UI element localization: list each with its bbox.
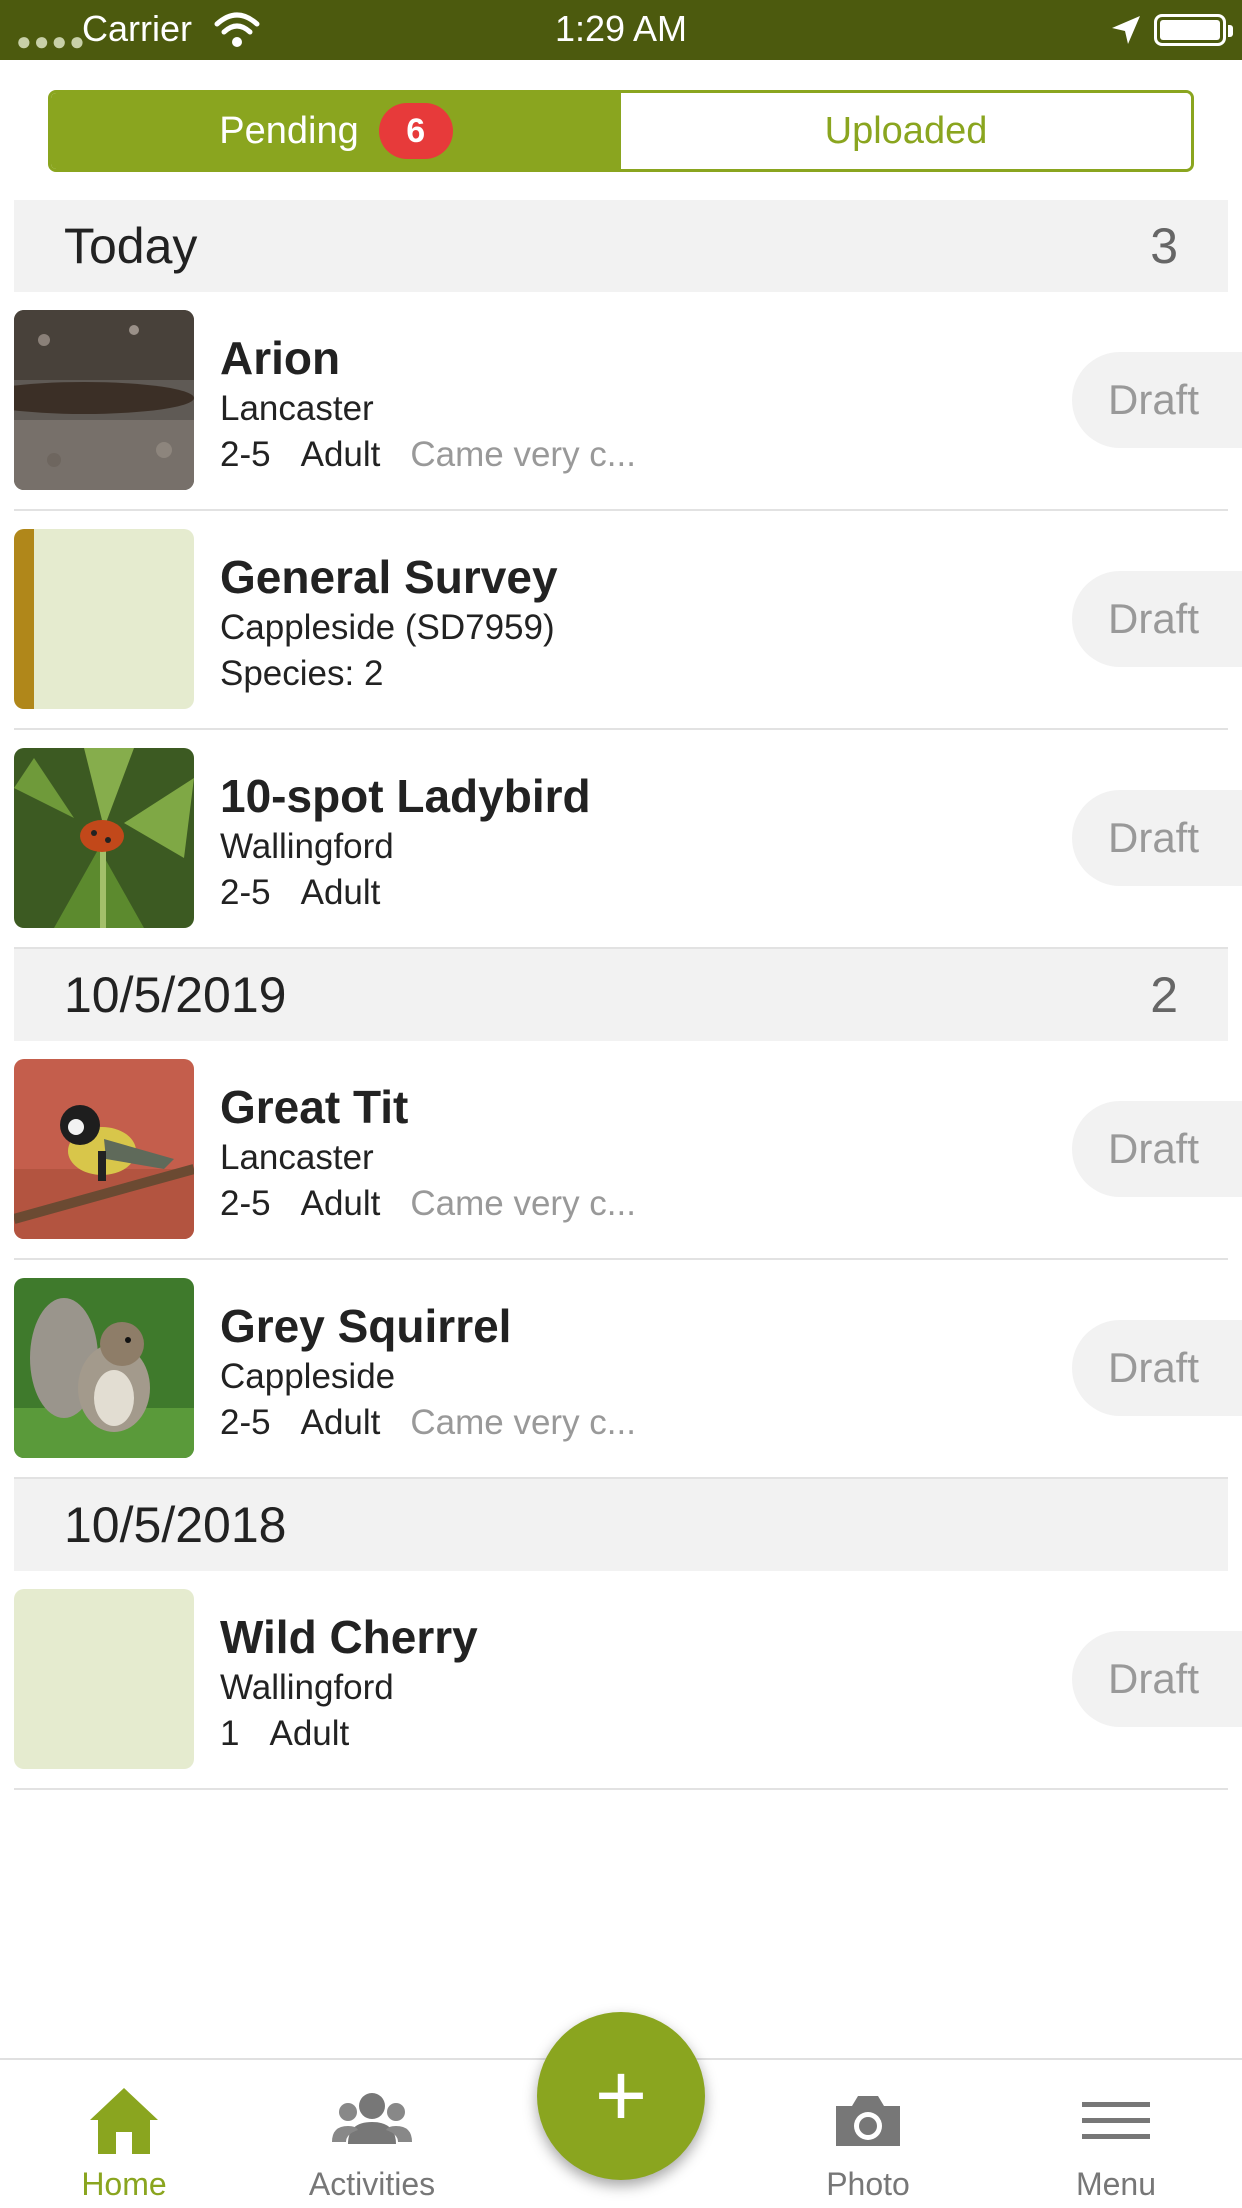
draft-status-button[interactable]: Draft	[1072, 352, 1242, 448]
draft-status-button[interactable]: Draft	[1072, 1101, 1242, 1197]
record-details: 2-5 Adult Came very c...	[220, 432, 636, 478]
section-title: 10/5/2018	[64, 1497, 287, 1553]
clock: 1:29 AM	[554, 8, 688, 49]
bird-photo-icon	[14, 1059, 194, 1239]
tab-home-label: Home	[81, 2166, 167, 2202]
record-info: Arion Lancaster 2-5 Adult Came very c...	[220, 330, 636, 478]
record-title: General Survey	[220, 551, 558, 603]
status-bar: ●●●● Carrier 1:29 AM	[0, 0, 1242, 60]
records-segment-control: Pending 6 Uploaded	[48, 90, 1194, 172]
record-count: 1	[220, 1714, 240, 1753]
pending-count-badge: 6	[378, 103, 453, 159]
draft-status-button[interactable]: Draft	[1072, 571, 1242, 667]
record-row-grey-squirrel[interactable]: Grey Squirrel Cappleside 2-5 Adult Came ve…	[14, 1260, 1242, 1479]
ladybird-photo-icon	[14, 748, 194, 928]
record-location: Cappleside (SD7959)	[220, 608, 555, 647]
section-count: 2	[1150, 967, 1178, 1023]
tab-activities[interactable]: Activities	[272, 2080, 472, 2203]
record-species-count: Species: 2	[220, 654, 384, 693]
record-stage: Adult	[300, 435, 381, 474]
tab-menu[interactable]: Menu	[1016, 2080, 1216, 2203]
battery-icon	[1154, 14, 1233, 46]
tab-photo[interactable]: Photo	[768, 2080, 968, 2203]
record-stage: Adult	[269, 1714, 350, 1753]
people-icon	[332, 2093, 412, 2144]
record-details: 2-5 Adult	[220, 870, 591, 916]
record-location: Lancaster	[220, 1138, 374, 1177]
record-details: 2-5 Adult Came very c...	[220, 1400, 636, 1446]
tab-menu-label: Menu	[1075, 2166, 1157, 2202]
section-title: 10/5/2019	[64, 967, 287, 1023]
draft-status-button[interactable]: Draft	[1072, 1320, 1242, 1416]
record-row-arion[interactable]: Arion Lancaster 2-5 Adult Came very c... D…	[14, 292, 1242, 511]
record-details: 2-5 Adult Came very c...	[220, 1181, 636, 1227]
record-count: 2-5	[220, 1184, 271, 1223]
record-stage: Adult	[300, 1184, 381, 1223]
record-location: Cappleside	[220, 1357, 396, 1396]
record-comment: Came very c...	[410, 1403, 636, 1442]
home-icon	[90, 2088, 158, 2154]
record-title: Great Tit	[220, 1081, 409, 1133]
tab-home[interactable]: Home	[24, 2080, 224, 2203]
record-location: Wallingford	[220, 1668, 394, 1707]
add-record-button[interactable]: +	[537, 2012, 705, 2180]
record-title: 10-spot Ladybird	[220, 770, 591, 822]
record-info: Grey Squirrel Cappleside 2-5 Adult Came ve…	[220, 1298, 636, 1446]
record-count: 2-5	[220, 1403, 271, 1442]
record-row-great-tit[interactable]: Great Tit Lancaster 2-5 Adult Came very c.…	[14, 1041, 1242, 1260]
record-stage: Adult	[300, 873, 381, 912]
draft-status-button[interactable]: Draft	[1072, 790, 1242, 886]
records-list: Today 3 Arion Lancaster 2-5 Adult Came ver…	[14, 200, 1242, 1790]
placeholder-icon	[14, 1589, 194, 1769]
tab-uploaded-label: Uploaded	[824, 109, 988, 152]
tab-pending-label: Pending	[219, 109, 359, 152]
section-header: 10/5/2018	[14, 1479, 1228, 1571]
section-header: 10/5/2019 2	[14, 949, 1228, 1041]
record-details: 1 Adult	[220, 1711, 478, 1757]
record-row-general-survey[interactable]: General Survey Cappleside (SD7959) Speci…	[14, 511, 1242, 730]
survey-placeholder-icon	[14, 529, 194, 709]
record-row-wild-cherry[interactable]: Wild Cherry Wallingford 1 Adult Draft	[14, 1571, 1242, 1790]
record-stage: Adult	[300, 1403, 381, 1442]
record-count: 2-5	[220, 435, 271, 474]
tab-pending[interactable]: Pending 6	[51, 93, 621, 169]
record-title: Wild Cherry	[220, 1611, 478, 1663]
tab-activities-label: Activities	[308, 2166, 436, 2202]
record-comment: Came very c...	[410, 435, 636, 474]
record-comment: Came very c...	[410, 1184, 636, 1223]
record-count: 2-5	[220, 873, 271, 912]
record-location: Lancaster	[220, 389, 374, 428]
record-location: Wallingford	[220, 827, 394, 866]
record-row-ladybird[interactable]: 10-spot Ladybird Wallingford 2-5 Adult Dr…	[14, 730, 1242, 949]
location-arrow-icon	[1112, 16, 1140, 44]
squirrel-photo-icon	[14, 1278, 194, 1458]
section-header: Today 3	[14, 200, 1228, 292]
slug-photo-icon	[14, 310, 194, 490]
draft-status-button[interactable]: Draft	[1072, 1631, 1242, 1727]
record-title: Arion	[220, 332, 341, 384]
section-title: Today	[64, 218, 198, 274]
hamburger-menu-icon	[1082, 2102, 1150, 2139]
camera-icon	[836, 2096, 900, 2146]
tab-uploaded[interactable]: Uploaded	[621, 93, 1191, 169]
record-title: Grey Squirrel	[220, 1300, 512, 1352]
record-info: General Survey Cappleside (SD7959) Speci…	[220, 549, 558, 697]
tab-photo-label: Photo	[826, 2166, 910, 2202]
record-info: Wild Cherry Wallingford 1 Adult	[220, 1609, 478, 1757]
record-info: Great Tit Lancaster 2-5 Adult Came very c.…	[220, 1079, 636, 1227]
section-count: 3	[1150, 218, 1178, 274]
record-info: 10-spot Ladybird Wallingford 2-5 Adult	[220, 768, 591, 916]
